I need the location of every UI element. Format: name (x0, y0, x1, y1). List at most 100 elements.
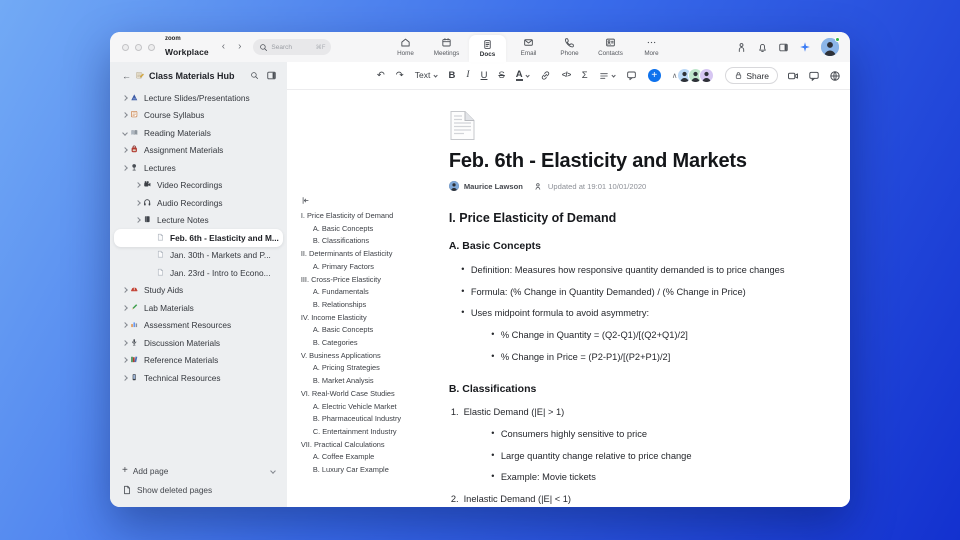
tab-email[interactable]: Email (510, 32, 547, 62)
toc-item[interactable]: A. Electric Vehicle Market (301, 401, 435, 414)
sidebar-item-video-recordings[interactable]: Video Recordings (114, 177, 283, 195)
chevron-right-icon[interactable] (134, 217, 141, 224)
sidebar-back-button[interactable]: ← (122, 71, 131, 81)
tab-more[interactable]: More (633, 32, 670, 62)
user-avatar[interactable] (821, 37, 840, 56)
italic-button[interactable]: I (466, 70, 469, 81)
doc-bullet-item[interactable]: • Example: Movie tickets (449, 471, 814, 482)
text-color-dropdown[interactable]: A (515, 70, 530, 82)
toc-item[interactable]: V. Business Applications (301, 350, 435, 363)
chevron-right-icon[interactable] (121, 164, 128, 171)
redo-button[interactable]: ↷ (396, 71, 404, 81)
toc-item[interactable]: II. Determinants of Elasticity (301, 248, 435, 261)
tab-docs[interactable]: Docs (469, 35, 506, 62)
sidebar-item-reading-materials[interactable]: Reading Materials (114, 124, 283, 142)
chevron-down-icon[interactable] (121, 129, 128, 136)
workspace-rooms-button[interactable] (736, 42, 747, 53)
chevron-right-icon[interactable] (121, 374, 128, 381)
link-button[interactable] (540, 70, 551, 81)
chat-button[interactable] (808, 70, 820, 82)
doc-heading-1[interactable]: I. Price Elasticity of Demand (449, 211, 814, 225)
toc-item[interactable]: A. Basic Concepts (301, 324, 435, 337)
doc-heading-2[interactable]: A. Basic Concepts (449, 240, 814, 252)
sidebar-page-feb-6th-elasticity-and-m[interactable]: Feb. 6th - Elasticity and M... (114, 229, 283, 247)
toc-item[interactable]: A. Coffee Example (301, 451, 435, 464)
sidebar-item-assessment-resources[interactable]: Assessment Resources (114, 317, 283, 335)
collaborator-avatar[interactable] (699, 68, 715, 83)
doc-numbered-item[interactable]: 1. Elastic Demand (|E| > 1) (449, 407, 814, 417)
sidebar-item-lab-materials[interactable]: Lab Materials (114, 299, 283, 317)
add-page-button[interactable]: + Add page (122, 466, 276, 476)
chevron-right-icon[interactable] (121, 339, 128, 346)
code-button[interactable]: </> (562, 72, 571, 79)
sidebar-item-lecture-slides-presentations[interactable]: Lecture Slides/Presentations (114, 89, 283, 107)
tab-contacts[interactable]: Contacts (592, 32, 629, 62)
strikethrough-button[interactable]: S (498, 71, 504, 81)
sidebar-item-course-syllabus[interactable]: Course Syllabus (114, 107, 283, 125)
toc-item[interactable]: IV. Income Elasticity (301, 312, 435, 325)
sidebar-item-audio-recordings[interactable]: Audio Recordings (114, 194, 283, 212)
sidebar-item-assignment-materials[interactable]: Assignment Materials (114, 142, 283, 160)
sidebar-item-lecture-notes[interactable]: Lecture Notes (114, 212, 283, 230)
toc-item[interactable]: B. Relationships (301, 299, 435, 312)
chevron-right-icon[interactable] (134, 182, 141, 189)
comment-button[interactable] (626, 70, 637, 81)
chevron-right-icon[interactable] (121, 94, 128, 101)
text-style-dropdown[interactable]: Text (415, 71, 439, 80)
document-title[interactable]: Feb. 6th - Elasticity and Markets (449, 150, 814, 173)
global-search-input[interactable]: Search ⌘F (253, 39, 332, 55)
video-call-button[interactable] (787, 70, 799, 82)
sidebar-item-lectures[interactable]: Lectures (114, 159, 283, 177)
minimize-window-button[interactable] (135, 43, 142, 51)
sidebar-page-jan-30th-markets-and-p[interactable]: Jan. 30th - Markets and P... (114, 247, 283, 265)
chevron-right-icon[interactable] (121, 287, 128, 294)
toc-item[interactable]: B. Categories (301, 337, 435, 350)
sparkle-button[interactable] (799, 41, 811, 53)
close-window-button[interactable] (122, 43, 129, 51)
nav-forward-button[interactable]: › (238, 42, 241, 52)
sidebar-item-study-aids[interactable]: Study Aids (114, 282, 283, 300)
sidebar-item-reference-materials[interactable]: Reference Materials (114, 352, 283, 370)
toc-item[interactable]: VI. Real-World Case Studies (301, 388, 435, 401)
bold-button[interactable]: B (449, 71, 456, 81)
doc-bullet-item[interactable]: • Formula: (% Change in Quantity Demanded… (449, 286, 814, 297)
undo-button[interactable]: ↶ (377, 71, 385, 81)
toc-item[interactable]: B. Luxury Car Example (301, 464, 435, 477)
chevron-right-icon[interactable] (121, 147, 128, 154)
maximize-window-button[interactable] (148, 43, 155, 51)
toc-item[interactable]: A. Basic Concepts (301, 223, 435, 236)
bell-button[interactable] (757, 42, 768, 53)
toc-item[interactable]: A. Primary Factors (301, 261, 435, 274)
tab-phone[interactable]: Phone (551, 32, 588, 62)
toc-item[interactable]: B. Market Analysis (301, 375, 435, 388)
toc-item[interactable]: A. Fundamentals (301, 286, 435, 299)
toc-item[interactable]: B. Pharmaceutical Industry (301, 413, 435, 426)
align-dropdown[interactable] (599, 71, 616, 81)
insert-block-button[interactable]: + (647, 69, 661, 82)
sidebar-collapse-button[interactable] (266, 70, 277, 81)
doc-bullet-item[interactable]: • % Change in Quantity = (Q2-Q1)/[(Q2+Q1)… (449, 329, 814, 340)
toc-item[interactable]: VII. Practical Calculations (301, 439, 435, 452)
chevron-right-icon[interactable] (121, 357, 128, 364)
chevron-right-icon[interactable] (121, 112, 128, 119)
doc-heading-2[interactable]: B. Classifications (449, 383, 814, 395)
toc-item[interactable]: A. Pricing Strategies (301, 362, 435, 375)
sidebar-item-discussion-materials[interactable]: Discussion Materials (114, 334, 283, 352)
globe-button[interactable] (829, 70, 841, 82)
toc-item[interactable]: III. Cross-Price Elasticity (301, 274, 435, 287)
doc-bullet-item[interactable]: • Definition: Measures how responsive qua… (449, 264, 814, 275)
nav-back-button[interactable]: ‹ (222, 42, 225, 52)
chevron-right-icon[interactable] (134, 199, 141, 206)
chevron-right-icon[interactable] (121, 322, 128, 329)
underline-button[interactable]: U (481, 71, 488, 81)
doc-bullet-item[interactable]: • % Change in Price = (P2-P1)/[(P2+P1)/2] (449, 351, 814, 362)
chevron-right-icon[interactable] (121, 304, 128, 311)
toc-item[interactable]: C. Entertainment Industry (301, 426, 435, 439)
share-button[interactable]: Share (725, 67, 779, 84)
doc-bullet-item[interactable]: • Uses midpoint formula to avoid asymmetr… (449, 307, 814, 318)
doc-bullet-item[interactable]: • Consumers highly sensitive to price (449, 428, 814, 439)
doc-numbered-item[interactable]: 2. Inelastic Demand (|E| < 1) (449, 494, 814, 504)
sidebar-item-technical-resources[interactable]: Technical Resources (114, 369, 283, 387)
toc-item[interactable]: I. Price Elasticity of Demand (301, 210, 435, 223)
equation-button[interactable]: Σ (582, 71, 588, 81)
